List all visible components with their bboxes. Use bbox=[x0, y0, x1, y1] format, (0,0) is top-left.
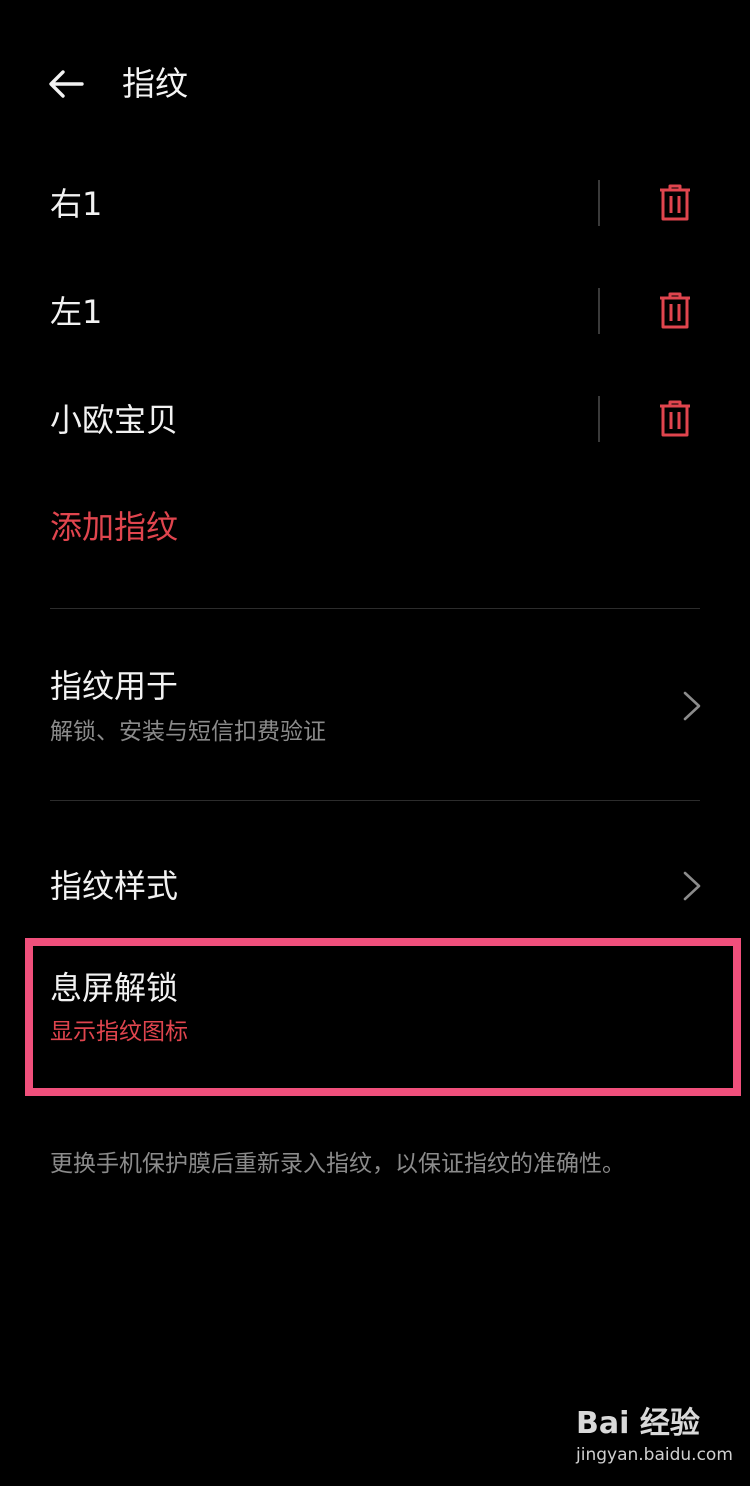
watermark-url: jingyan.baidu.com bbox=[576, 1445, 733, 1465]
divider bbox=[598, 288, 600, 334]
footnote-text: 更换手机保护膜后重新录入指纹，以保证指纹的准确性。 bbox=[50, 1151, 625, 1177]
chevron-right-icon bbox=[678, 868, 706, 904]
section-divider bbox=[50, 800, 700, 801]
watermark: Bai 经验 jingyan.baidu.com bbox=[576, 1404, 733, 1470]
add-fingerprint-button[interactable]: 添加指纹 bbox=[50, 504, 178, 550]
divider bbox=[598, 396, 600, 442]
setting-subtitle: 解锁、安装与短信扣费验证 bbox=[50, 719, 326, 745]
setting-title: 指纹样式 bbox=[50, 867, 179, 905]
fingerprint-item[interactable]: 右1 bbox=[0, 158, 750, 248]
delete-fingerprint-button[interactable] bbox=[650, 178, 700, 228]
section-divider bbox=[50, 608, 700, 609]
trash-icon bbox=[660, 292, 690, 329]
trash-icon bbox=[660, 400, 690, 437]
arrow-left-icon bbox=[49, 70, 84, 98]
setting-title: 指纹用于 bbox=[50, 667, 179, 705]
chevron-right-icon bbox=[678, 688, 706, 724]
back-button[interactable] bbox=[38, 60, 94, 108]
fingerprint-item[interactable]: 左1 bbox=[0, 266, 750, 356]
delete-fingerprint-button[interactable] bbox=[650, 286, 700, 336]
page-title: 指纹 bbox=[122, 64, 188, 103]
fingerprint-name: 左1 bbox=[50, 293, 103, 331]
fingerprint-name: 右1 bbox=[50, 185, 103, 223]
trash-icon bbox=[660, 184, 690, 221]
delete-fingerprint-button[interactable] bbox=[650, 394, 700, 444]
app-bar: 指纹 bbox=[0, 40, 750, 130]
fingerprint-usage-item[interactable]: 指纹用于 解锁、安装与短信扣费验证 bbox=[0, 640, 750, 770]
fingerprint-style-item[interactable]: 指纹样式 bbox=[0, 840, 750, 930]
fingerprint-name: 小欧宝贝 bbox=[50, 401, 179, 439]
baidu-jingyan-logo: Bai 经验 bbox=[576, 1406, 700, 1441]
highlight-annotation-box bbox=[25, 938, 741, 1096]
fingerprint-item[interactable]: 小欧宝贝 bbox=[0, 374, 750, 464]
divider bbox=[598, 180, 600, 226]
